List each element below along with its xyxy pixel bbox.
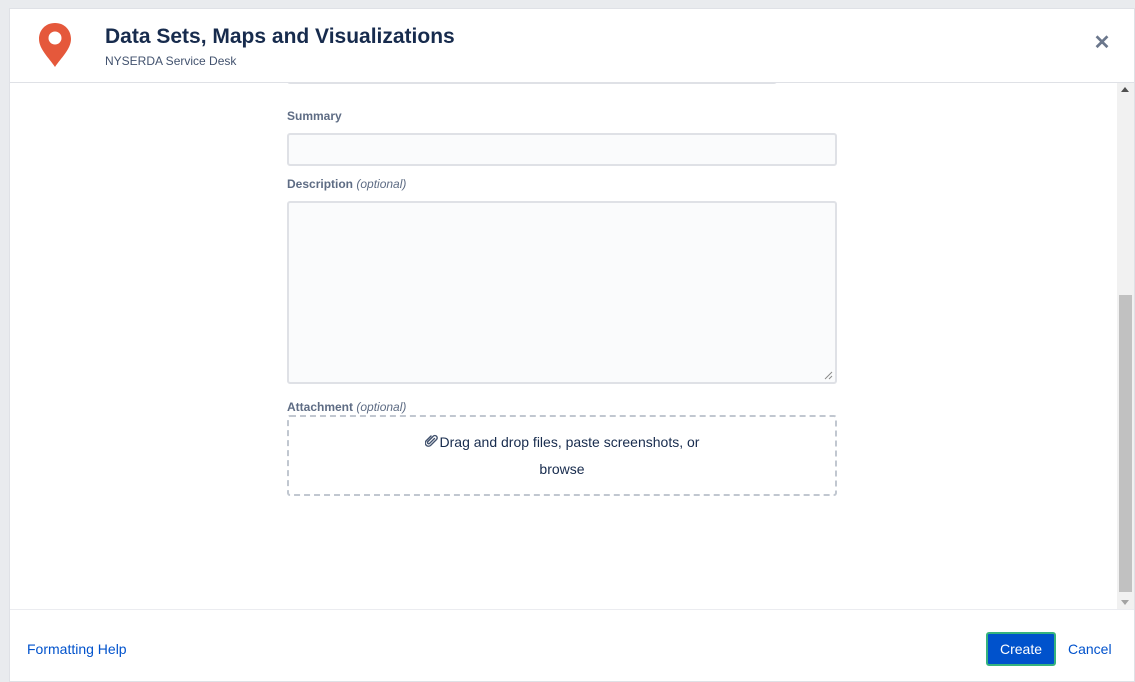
summary-input[interactable]: [287, 133, 837, 166]
description-optional-hint: (optional): [356, 177, 407, 191]
create-request-dialog: Data Sets, Maps and Visualizations NYSER…: [9, 8, 1135, 682]
previous-field-edge: [287, 83, 777, 84]
vertical-scrollbar[interactable]: [1117, 83, 1134, 609]
dropzone-text: Drag and drop files, paste screenshots, …: [439, 434, 700, 450]
description-label: Description (optional): [287, 177, 407, 191]
scroll-down-arrow-icon[interactable]: [1121, 600, 1129, 605]
attachment-label: Attachment (optional): [287, 400, 407, 414]
attachment-dropzone[interactable]: Drag and drop files, paste screenshots, …: [287, 415, 837, 496]
summary-label: Summary: [287, 109, 342, 123]
service-desk-name: NYSERDA Service Desk: [105, 54, 237, 68]
close-icon[interactable]: ✕: [1092, 33, 1112, 53]
scrollbar-thumb[interactable]: [1119, 295, 1132, 592]
dialog-footer: Formatting Help Create Cancel: [10, 609, 1134, 681]
browse-link[interactable]: browse: [289, 459, 835, 479]
attachment-optional-hint: (optional): [356, 400, 407, 414]
dialog-header: Data Sets, Maps and Visualizations NYSER…: [10, 9, 1134, 83]
formatting-help-link[interactable]: Formatting Help: [27, 641, 127, 657]
create-button[interactable]: Create: [986, 632, 1056, 666]
description-textarea[interactable]: [287, 201, 837, 384]
map-pin-icon: [36, 21, 74, 69]
resize-handle-icon[interactable]: [823, 370, 833, 380]
paperclip-icon: [424, 433, 438, 453]
scroll-up-arrow-icon[interactable]: [1121, 87, 1129, 92]
dialog-title: Data Sets, Maps and Visualizations: [105, 25, 455, 48]
form-content: Summary Description (optional) Attachmen…: [10, 83, 1118, 609]
cancel-button[interactable]: Cancel: [1068, 641, 1112, 657]
